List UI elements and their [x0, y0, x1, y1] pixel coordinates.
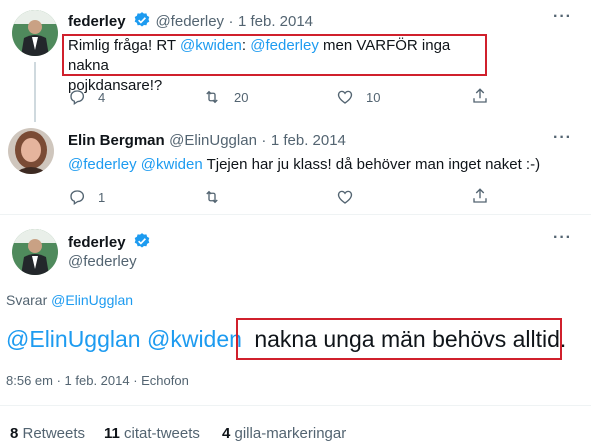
quotes-label: citat-tweets — [119, 425, 200, 442]
display-name[interactable]: federley — [68, 234, 126, 251]
reply-icon — [70, 90, 85, 106]
divider — [0, 214, 591, 215]
replying-to: Svarar @ElinUgglan — [6, 292, 133, 308]
more-options-icon[interactable]: ··· — [553, 8, 572, 26]
replying-prefix: Svarar — [6, 292, 52, 308]
handle[interactable]: @ElinUgglan — [169, 132, 257, 149]
retweet-icon — [206, 90, 218, 104]
more-options-icon[interactable]: ··· — [553, 129, 572, 147]
highlight-box — [62, 34, 487, 76]
verified-badge-icon — [134, 12, 150, 27]
retweets-label: Retweets — [18, 425, 86, 442]
reply-button[interactable]: 4 — [68, 88, 105, 106]
mention-kwiden[interactable]: @kwiden — [147, 326, 242, 352]
retweet-count: 20 — [234, 89, 249, 105]
thread-line — [34, 62, 36, 122]
more-options-icon[interactable]: ··· — [553, 229, 572, 247]
quotes-stat[interactable]: 11 citat-tweets — [104, 425, 200, 442]
reply-count: 4 — [98, 89, 106, 105]
divider — [0, 405, 591, 406]
like-button[interactable]: 10 — [336, 88, 380, 106]
mention-elinugglan[interactable]: @ElinUgglan — [6, 326, 141, 352]
mention-kwiden[interactable]: @kwiden — [141, 156, 203, 173]
share-icon — [473, 188, 487, 203]
tweet-date[interactable]: 1 feb. 2014 — [271, 132, 346, 149]
highlight-box — [236, 318, 562, 360]
quotes-count: 11 — [104, 425, 120, 442]
likes-stat[interactable]: 4 gilla-markeringar — [222, 425, 346, 442]
like-count: 10 — [366, 89, 381, 105]
handle[interactable]: @federley — [68, 253, 137, 270]
main-tweet-name-row: federley — [68, 232, 151, 252]
tweet1-header: federley @federley · 1 feb. 2014 — [68, 11, 313, 31]
reply-button[interactable]: 1 — [68, 188, 105, 206]
avatar-federley[interactable] — [12, 10, 58, 56]
tweet2-text: @federley @kwiden Tjejen har ju klass! d… — [68, 155, 568, 175]
tweet-date[interactable]: 1 feb. 2014 — [238, 13, 313, 30]
retweets-stat[interactable]: 8 Retweets — [10, 425, 85, 442]
handle[interactable]: @federley — [155, 13, 224, 30]
mention-federley[interactable]: @federley — [68, 156, 137, 173]
separator: · — [261, 132, 267, 149]
retweet-icon — [206, 190, 218, 204]
display-name[interactable]: Elin Bergman — [68, 132, 165, 149]
retweet-button[interactable] — [202, 188, 234, 206]
share-icon — [473, 88, 487, 103]
share-button[interactable] — [471, 187, 501, 205]
reply-count: 1 — [98, 189, 106, 205]
tweet-timestamp[interactable]: 8:56 em · 1 feb. 2014 · Echofon — [6, 373, 189, 388]
display-name[interactable]: federley — [68, 13, 126, 30]
avatar-elin-bergman[interactable] — [8, 128, 54, 174]
share-button[interactable] — [471, 87, 501, 105]
avatar-federley[interactable] — [12, 229, 58, 275]
likes-label: gilla-markeringar — [230, 425, 347, 442]
text-body: Tjejen har ju klass! då behöver man inge… — [202, 156, 541, 173]
verified-badge-icon — [134, 233, 150, 248]
like-button[interactable] — [336, 188, 366, 206]
like-icon — [337, 190, 353, 204]
replying-to-link[interactable]: @ElinUgglan — [51, 292, 133, 308]
reply-icon — [70, 190, 85, 206]
separator: · — [228, 13, 234, 30]
retweet-button[interactable]: 20 — [202, 88, 248, 106]
like-icon — [337, 90, 353, 104]
tweet2-header: Elin Bergman @ElinUgglan · 1 feb. 2014 — [68, 132, 346, 150]
